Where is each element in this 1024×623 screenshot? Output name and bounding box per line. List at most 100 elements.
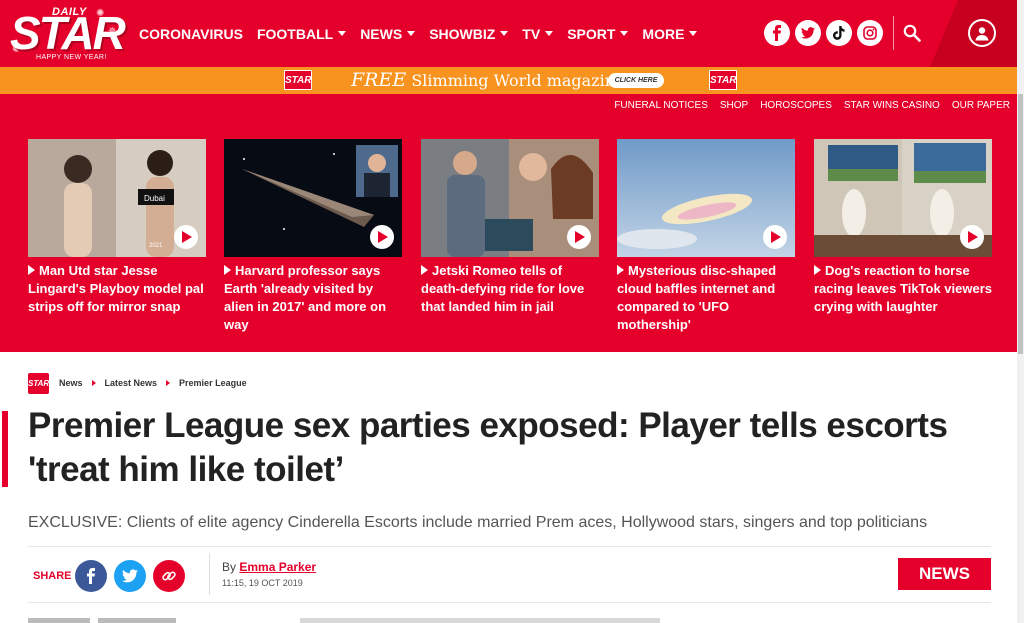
- nav-item-football[interactable]: FOOTBALL: [257, 26, 347, 42]
- divider: [28, 546, 991, 547]
- video-card[interactable]: Dog's reaction to horse racing leaves Ti…: [814, 139, 992, 316]
- video-title-text: Mysterious disc-shaped cloud baffles int…: [617, 263, 777, 332]
- logo-star-text: STAR: [10, 7, 126, 59]
- chevron-down-icon: [338, 31, 347, 36]
- share-link-icon[interactable]: [153, 560, 185, 592]
- breadcrumb: STAR News Latest News Premier League: [28, 372, 247, 394]
- video-thumbnail[interactable]: [421, 139, 599, 257]
- top-navigation: ✺ ✵ ✺ DAILY STAR HAPPY NEW YEAR! CORONAV…: [0, 0, 1024, 67]
- promo-text: FREE Slimming World magazines: [351, 69, 633, 92]
- promo-message: Slimming World magazines: [411, 71, 633, 90]
- link-funeral-notices[interactable]: FUNERAL NOTICES: [614, 100, 708, 111]
- byline-prefix: By: [222, 560, 237, 574]
- video-thumbnail[interactable]: [814, 139, 992, 257]
- nav-item-coronavirus[interactable]: CORONAVIRUS: [139, 26, 243, 42]
- arrow-right-icon: [224, 265, 231, 275]
- promo-star-logo: STAR: [709, 70, 737, 90]
- nav-label: NEWS: [360, 25, 403, 42]
- image-strip: [300, 618, 660, 623]
- promo-free: FREE: [351, 69, 407, 91]
- chevron-down-icon: [545, 31, 554, 36]
- video-thumbnail[interactable]: Dubai 2021: [28, 139, 206, 257]
- chevron-down-icon: [407, 31, 416, 36]
- share-twitter-icon[interactable]: [114, 560, 146, 592]
- video-title-text: Man Utd star Jesse Lingard's Playboy mod…: [28, 263, 204, 314]
- play-icon[interactable]: [370, 225, 394, 249]
- video-title-text: Harvard professor says Earth 'already vi…: [224, 263, 387, 332]
- breadcrumb-latest-news[interactable]: Latest News: [105, 378, 158, 388]
- share-label: SHARE: [33, 570, 72, 582]
- breadcrumb-premier-league[interactable]: Premier League: [179, 378, 247, 388]
- video-thumbnail[interactable]: [617, 139, 795, 257]
- share-facebook-icon[interactable]: [75, 560, 107, 592]
- daily-star-logo[interactable]: ✺ ✵ ✺ DAILY STAR HAPPY NEW YEAR!: [8, 4, 126, 64]
- chevron-right-icon: [166, 380, 171, 386]
- link-horoscopes[interactable]: HOROSCOPES: [760, 100, 832, 111]
- video-title-text: Dog's reaction to horse racing leaves Ti…: [814, 263, 993, 314]
- video-card[interactable]: Dubai 2021 Man Utd star Jesse Lingard's …: [28, 139, 206, 316]
- user-icon[interactable]: [968, 19, 996, 47]
- video-card-title[interactable]: Jetski Romeo tells of death-defying ride…: [421, 262, 599, 316]
- page: ✺ ✵ ✺ DAILY STAR HAPPY NEW YEAR! CORONAV…: [0, 0, 1024, 623]
- arrow-right-icon: [421, 265, 428, 275]
- nav-label: SPORT: [567, 25, 616, 42]
- article-headline: Premier League sex parties exposed: Play…: [28, 406, 948, 489]
- video-carousel-section: FUNERAL NOTICES SHOP HOROSCOPES STAR WIN…: [0, 94, 1017, 352]
- nav-item-tv[interactable]: TV: [522, 25, 554, 42]
- video-card-title[interactable]: Harvard professor says Earth 'already vi…: [224, 262, 402, 334]
- divider: [28, 602, 991, 603]
- section-badge[interactable]: NEWS: [898, 558, 991, 590]
- search-icon[interactable]: [899, 20, 925, 46]
- promo-banner[interactable]: STAR FREE Slimming World magazines CLICK…: [0, 67, 1024, 94]
- nav-label: SHOWBIZ: [429, 25, 496, 42]
- video-thumbnail[interactable]: [224, 139, 402, 257]
- play-icon[interactable]: [763, 225, 787, 249]
- overlay-location-text: Dubai: [144, 194, 165, 203]
- scrollbar-thumb[interactable]: [1018, 94, 1023, 354]
- video-card[interactable]: Mysterious disc-shaped cloud baffles int…: [617, 139, 795, 334]
- video-card-title[interactable]: Dog's reaction to horse racing leaves Ti…: [814, 262, 992, 316]
- main-nav: CORONAVIRUS FOOTBALL NEWS SHOWBIZ TV SPO…: [139, 0, 711, 67]
- nav-item-more[interactable]: MORE: [642, 25, 698, 42]
- video-card-title[interactable]: Man Utd star Jesse Lingard's Playboy mod…: [28, 262, 206, 316]
- instagram-icon[interactable]: [857, 20, 883, 46]
- image-strip: [98, 618, 176, 623]
- overlay-year-text: 2021: [149, 243, 163, 249]
- utility-links: FUNERAL NOTICES SHOP HOROSCOPES STAR WIN…: [614, 100, 1010, 111]
- image-strip: [28, 618, 90, 623]
- logo-tagline: HAPPY NEW YEAR!: [36, 54, 107, 61]
- nav-item-news[interactable]: NEWS: [360, 25, 416, 42]
- promo-click-here-button[interactable]: CLICK HERE: [608, 73, 664, 88]
- chevron-down-icon: [620, 31, 629, 36]
- link-our-paper[interactable]: OUR PAPER: [952, 100, 1010, 111]
- play-icon[interactable]: [567, 225, 591, 249]
- video-card[interactable]: Jetski Romeo tells of death-defying ride…: [421, 139, 599, 316]
- nav-divider: [893, 16, 894, 50]
- arrow-right-icon: [28, 265, 35, 275]
- chevron-down-icon: [689, 31, 698, 36]
- tiktok-icon[interactable]: [826, 20, 852, 46]
- breadcrumb-star-logo[interactable]: STAR: [28, 372, 49, 394]
- nav-label: MORE: [642, 25, 685, 42]
- play-icon[interactable]: [960, 225, 984, 249]
- byline: By Emma Parker: [222, 560, 316, 574]
- promo-star-logo: STAR: [284, 70, 312, 90]
- nav-label: TV: [522, 25, 541, 42]
- chevron-down-icon: [500, 31, 509, 36]
- video-card[interactable]: Harvard professor says Earth 'already vi…: [224, 139, 402, 334]
- breadcrumb-news[interactable]: News: [59, 378, 83, 388]
- author-link[interactable]: Emma Parker: [239, 560, 316, 574]
- nav-item-sport[interactable]: SPORT: [567, 25, 629, 42]
- arrow-right-icon: [814, 265, 821, 275]
- nav-label: CORONAVIRUS: [139, 25, 243, 42]
- article-standfirst: EXCLUSIVE: Clients of elite agency Cinde…: [28, 514, 928, 531]
- facebook-icon[interactable]: [764, 20, 790, 46]
- play-icon[interactable]: [174, 225, 198, 249]
- nav-item-showbiz[interactable]: SHOWBIZ: [429, 25, 509, 42]
- video-card-title[interactable]: Mysterious disc-shaped cloud baffles int…: [617, 262, 795, 334]
- link-star-wins-casino[interactable]: STAR WINS CASINO: [844, 100, 940, 111]
- link-shop[interactable]: SHOP: [720, 100, 748, 111]
- publish-timestamp: 11:15, 19 OCT 2019: [222, 578, 303, 588]
- twitter-icon[interactable]: [795, 20, 821, 46]
- byline-divider: [209, 553, 210, 595]
